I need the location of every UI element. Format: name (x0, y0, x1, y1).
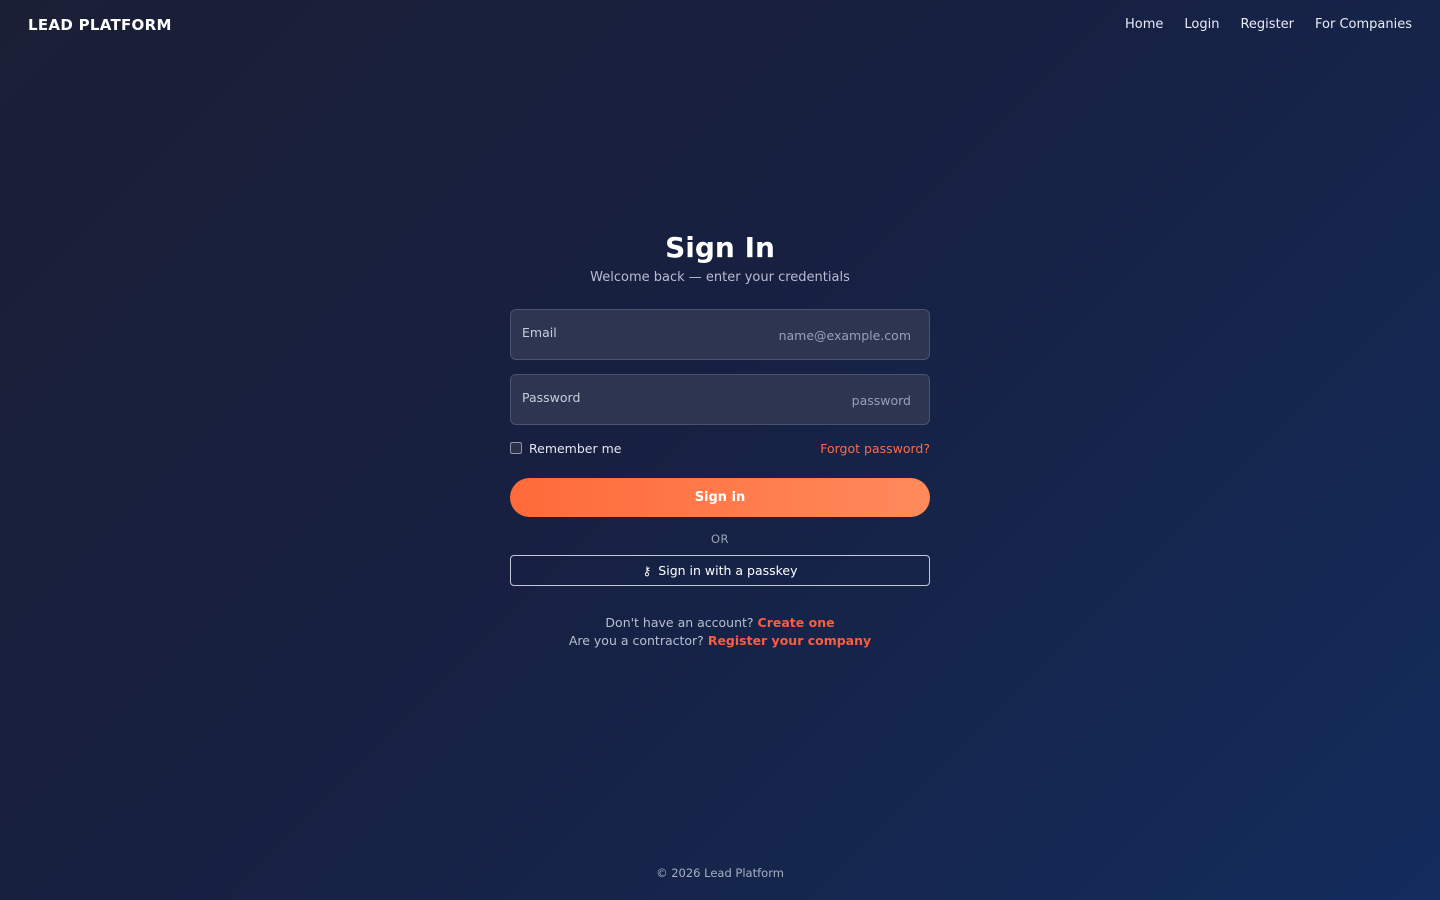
register-company-link[interactable]: Register your company (708, 633, 871, 648)
signin-button[interactable]: Sign in (510, 478, 930, 517)
page-subtitle: Welcome back — enter your credentials (590, 270, 850, 285)
key-icon: ⚷ (642, 563, 652, 578)
footer-copyright: © 2026 Lead Platform (656, 866, 784, 880)
password-label: Password (522, 390, 581, 405)
passkey-button[interactable]: ⚷ Sign in with a passkey (510, 555, 930, 586)
signin-panel: Sign In Welcome back — enter your creden… (510, 228, 930, 650)
page-title: Sign In (665, 231, 775, 264)
nav-register[interactable]: Register (1240, 17, 1294, 32)
forgot-password-link[interactable]: Forgot password? (820, 441, 930, 456)
nav-home[interactable]: Home (1125, 17, 1163, 32)
or-divider: OR (710, 532, 730, 546)
remember-me[interactable]: Remember me (510, 441, 621, 456)
email-input[interactable] (629, 310, 929, 359)
nav-for-companies[interactable]: For Companies (1315, 17, 1412, 32)
account-links: Don't have an account? Create one Are yo… (510, 614, 930, 650)
contractor-text: Are you a contractor? (568, 633, 704, 648)
remember-label: Remember me (529, 440, 622, 456)
email-label: Email (522, 325, 557, 340)
password-field[interactable]: Password (510, 374, 930, 425)
password-input[interactable] (629, 375, 929, 424)
email-field[interactable]: Email (510, 309, 930, 360)
create-account-row: Don't have an account? Create one (510, 614, 930, 632)
passkey-label: Sign in with a passkey (658, 563, 798, 578)
nav-login[interactable]: Login (1184, 17, 1219, 32)
signin-options: Remember me Forgot password? (510, 441, 930, 456)
remember-checkbox[interactable] (510, 442, 522, 454)
no-account-text: Don't have an account? (605, 615, 754, 630)
create-account-link[interactable]: Create one (758, 615, 835, 630)
top-nav: Home Login Register For Companies (1125, 17, 1412, 32)
contractor-row: Are you a contractor? Register your comp… (510, 632, 930, 650)
brand-logo[interactable]: LEAD PLATFORM (28, 16, 172, 34)
